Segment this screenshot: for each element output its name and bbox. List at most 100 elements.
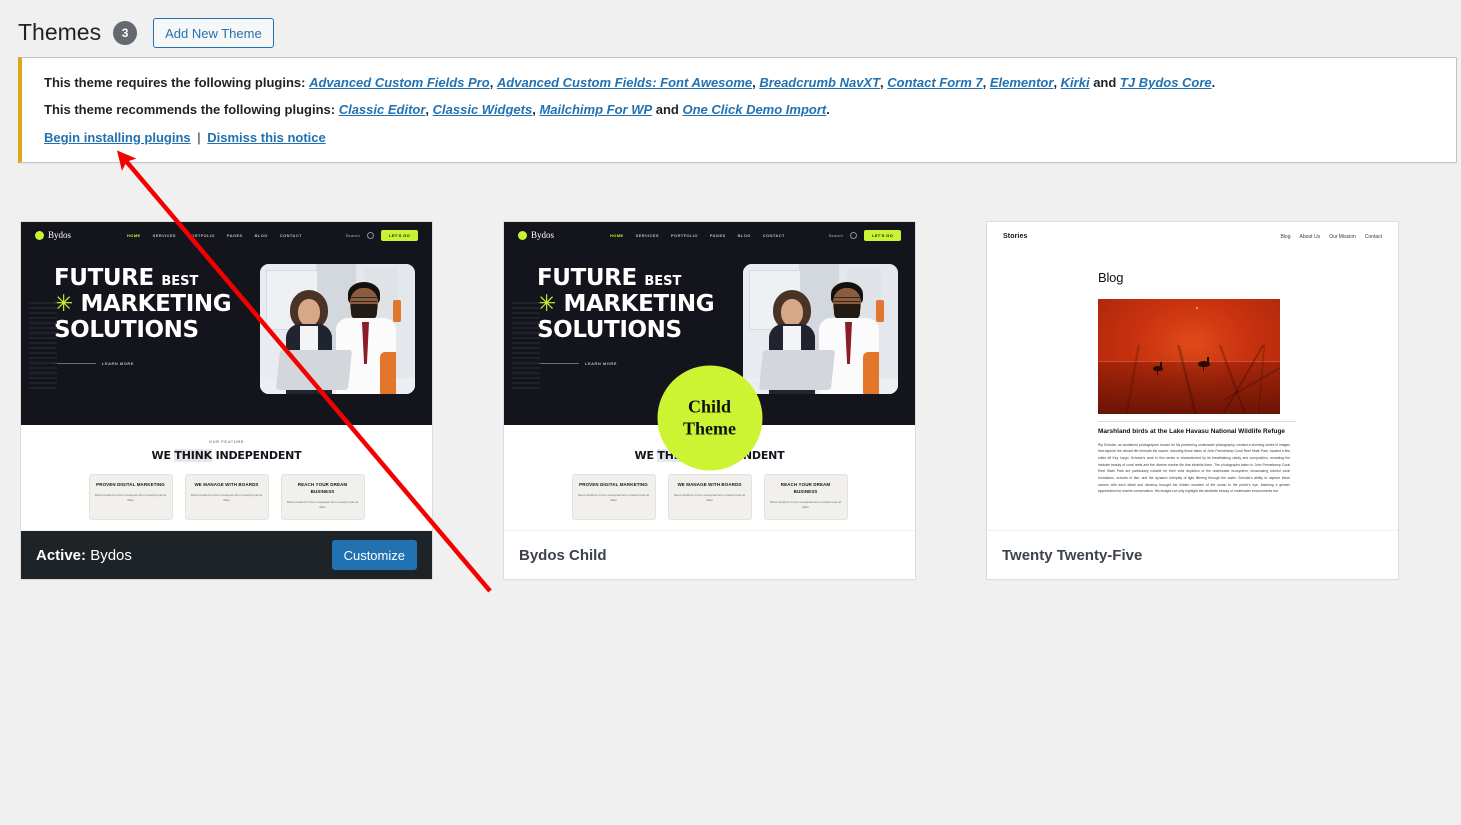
theme-name: Bydos Child	[519, 546, 607, 564]
bydos-feature-title: PROVEN DIGITAL MARKETING	[96, 482, 165, 487]
bydos-learn-more-label: LEARN MORE	[102, 361, 134, 367]
bydos-hero-photo	[260, 264, 415, 394]
bydos-headline-word-marketing: MARKETING	[80, 290, 232, 317]
required-plugin-link-2[interactable]: Advanced Custom Fields: Font Awesome	[497, 75, 752, 90]
bydos-headline-word-future: FUTURE	[537, 265, 637, 291]
recommended-plugin-link-4[interactable]: One Click Demo Import	[682, 102, 826, 117]
begin-installing-plugins-link[interactable]: Begin installing plugins	[44, 130, 191, 145]
recommended-plugin-link-2[interactable]: Classic Widgets	[433, 102, 533, 117]
bydos-headline-word-best: BEST	[644, 274, 682, 289]
bydos-menu-item-home: HOME	[610, 232, 624, 238]
child-badge-line-2: Theme	[683, 418, 736, 438]
notice-actions: Begin installing plugins | Dismiss this …	[22, 124, 1444, 151]
bydos-menu-item-services: SERVICES	[152, 232, 176, 238]
bydos-section-title-a: WE	[151, 449, 171, 462]
bydos-feature-title: REACH YOUR DREAM BUSINESS	[780, 482, 831, 494]
page-title: Themes	[18, 19, 102, 46]
customize-button[interactable]: Customize	[331, 540, 417, 570]
bydos-logo-text: Bydos	[48, 230, 72, 240]
bydos-feature-card: PROVEN DIGITAL MARKETING Risus tincidunt…	[88, 474, 173, 520]
required-plugin-link-3[interactable]: Breadcrumb NavXT	[759, 75, 880, 90]
bydos-child-nav-right: Search LET'S GO	[829, 229, 901, 241]
theme-name: Bydos	[90, 546, 132, 564]
bydos-feature-title: REACH YOUR DREAM BUSINESS	[297, 482, 348, 494]
plugin-requirement-notice: This theme requires the following plugin…	[18, 57, 1457, 164]
theme-grid: Bydos HOME SERVICES PORTFOLIO PAGES BLOG…	[20, 221, 1440, 580]
notice-recommended-line: This theme recommends the following plug…	[22, 96, 1444, 123]
bydos-headline-line-2: ✳ MARKETING	[537, 290, 715, 318]
asterisk-icon: ✳	[54, 290, 73, 317]
bydos-menu-item-portfolio: PORTFOLIO	[670, 232, 698, 238]
theme-screenshot-bydos-child[interactable]: Bydos HOME SERVICES PORTFOLIO PAGES BLOG…	[504, 222, 915, 531]
tt5-post-title: Marshland birds at the Lake Havasu Natio…	[1098, 421, 1296, 437]
theme-card-bydos-child[interactable]: Bydos HOME SERVICES PORTFOLIO PAGES BLOG…	[503, 221, 916, 580]
tt5-post-image	[1098, 299, 1280, 414]
bydos-logo: Bydos	[35, 230, 71, 240]
bydos-child-navbar: Bydos HOME SERVICES PORTFOLIO PAGES BLOG…	[504, 222, 915, 248]
bydos-feature-card: PROVEN DIGITAL MARKETING Risus tincidunt…	[571, 474, 656, 520]
theme-card-bydos[interactable]: Bydos HOME SERVICES PORTFOLIO PAGES BLOG…	[20, 221, 433, 580]
bydos-child-hero-photo	[743, 264, 898, 394]
tt5-body: Blog Marshland birds at the Lake Havasu …	[987, 240, 1398, 495]
bydos-headline-word-best: BEST	[161, 274, 199, 289]
dismiss-notice-link[interactable]: Dismiss this notice	[207, 130, 325, 145]
divider-line	[54, 363, 96, 365]
bydos-feature-card: WE MANAGE WITH BOARDS Risus tincidunt in…	[667, 474, 752, 520]
bydos-learn-more: LEARN MORE	[54, 361, 231, 366]
bydos-logo-icon	[518, 230, 527, 240]
bydos-logo-text: Bydos	[531, 230, 555, 240]
bydos-feature-card: REACH YOUR DREAM BUSINESS Risus tincidun…	[280, 474, 365, 520]
bydos-nav-right: Search LET'S GO	[346, 229, 418, 241]
bydos-menu-item-pages: PAGES	[709, 232, 726, 238]
recommended-plugin-link-3[interactable]: Mailchimp For WP	[539, 102, 652, 117]
theme-screenshot-twenty-twenty-five[interactable]: Stories Blog About Us Our Mission Contac…	[987, 222, 1398, 531]
required-plugin-link-5[interactable]: Elementor	[990, 75, 1054, 90]
add-new-theme-button[interactable]: Add New Theme	[153, 18, 274, 48]
bydos-headline-word-future: FUTURE	[54, 265, 154, 291]
tt5-page-title: Blog	[1098, 270, 1124, 285]
bydos-section-title-b: THINK	[174, 449, 212, 462]
bydos-menu-item-contact: CONTACT	[279, 232, 302, 238]
bydos-section-title-c: INDEPENDENT	[215, 449, 302, 462]
notice-recommended-prefix: This theme recommends the following plug…	[44, 102, 336, 118]
theme-name: Twenty Twenty-Five	[1002, 546, 1143, 564]
bydos-child-menu: HOME SERVICES PORTFOLIO PAGES BLOG CONTA…	[610, 233, 785, 238]
bydos-section-title: WE THINK INDEPENDENT	[21, 449, 432, 462]
tt5-link-our-mission: Our Mission	[1329, 233, 1356, 240]
bydos-navbar: Bydos HOME SERVICES PORTFOLIO PAGES BLOG…	[21, 222, 432, 248]
bydos-feature-card: REACH YOUR DREAM BUSINESS Risus tincidun…	[763, 474, 848, 520]
theme-footer-twenty-twenty-five: Twenty Twenty-Five	[987, 531, 1398, 579]
bydos-cta-button: LET'S GO	[864, 229, 901, 241]
notice-required-prefix: This theme requires the following plugin…	[44, 75, 306, 90]
required-plugin-link-1[interactable]: Advanced Custom Fields Pro	[309, 75, 490, 90]
required-plugin-link-7[interactable]: TJ Bydos Core	[1120, 75, 1212, 90]
recommended-plugin-link-1[interactable]: Classic Editor	[339, 102, 426, 117]
divider-line	[537, 363, 579, 365]
bydos-feature-title: PROVEN DIGITAL MARKETING	[579, 482, 648, 487]
bydos-feature-title: WE MANAGE WITH BOARDS	[677, 482, 742, 487]
list-comma: ,	[489, 75, 497, 90]
bydos-learn-more-label: LEARN MORE	[585, 361, 617, 367]
tt5-links: Blog About Us Our Mission Contact	[1280, 234, 1382, 240]
bydos-features-section: OUR FEATURE WE THINK INDEPENDENT PROVEN …	[21, 425, 432, 530]
theme-footer-bydos-child: Bydos Child	[504, 531, 915, 579]
tt5-post-body: Rip Schulze, an acclaimed photographer k…	[1098, 442, 1290, 494]
required-plugin-link-4[interactable]: Contact Form 7	[887, 75, 982, 90]
asterisk-icon: ✳	[537, 290, 556, 317]
bydos-feature-desc: Risus tincidunt in the consequat lorem s…	[577, 492, 650, 502]
tt5-link-blog: Blog	[1280, 233, 1291, 240]
bydos-feature-desc: Risus tincidunt in the consequat lorem s…	[190, 492, 263, 502]
bydos-feature-desc: Risus tincidunt in the consequat lorem s…	[673, 492, 746, 502]
active-label: Active:	[36, 546, 87, 564]
theme-screenshot-bydos[interactable]: Bydos HOME SERVICES PORTFOLIO PAGES BLOG…	[21, 222, 432, 531]
bydos-hero: Bydos HOME SERVICES PORTFOLIO PAGES BLOG…	[21, 222, 432, 425]
bydos-feature-desc: Risus tincidunt in the consequat lorem s…	[769, 499, 842, 509]
bydos-feature-desc: Risus tincidunt in the consequat lorem s…	[94, 492, 167, 502]
bydos-menu-item-contact: CONTACT	[762, 232, 785, 238]
theme-footer-bydos: Active: Bydos Customize	[21, 531, 432, 579]
required-plugin-link-6[interactable]: Kirki	[1061, 75, 1090, 90]
theme-card-twenty-twenty-five[interactable]: Stories Blog About Us Our Mission Contac…	[986, 221, 1399, 580]
bydos-menu-item-portfolio: PORTFOLIO	[187, 232, 215, 238]
notice-action-separator: |	[197, 129, 201, 145]
recommended-plugin-list: Classic Editor, Classic Widgets, Mailchi…	[339, 102, 830, 117]
